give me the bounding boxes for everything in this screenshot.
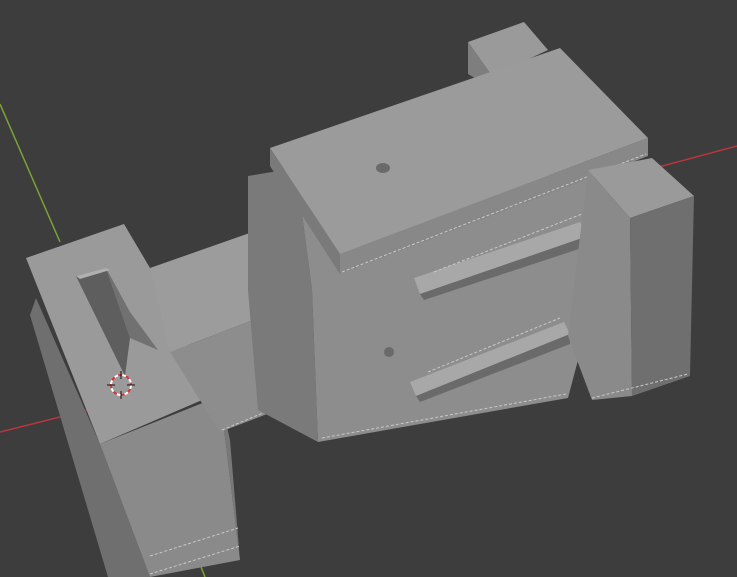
front-hole [384, 347, 394, 357]
right-pillar-front-face [630, 196, 694, 396]
top-plate-hole [376, 163, 390, 173]
3d-viewport[interactable] [0, 0, 737, 577]
viewport-scene[interactable] [0, 0, 737, 577]
